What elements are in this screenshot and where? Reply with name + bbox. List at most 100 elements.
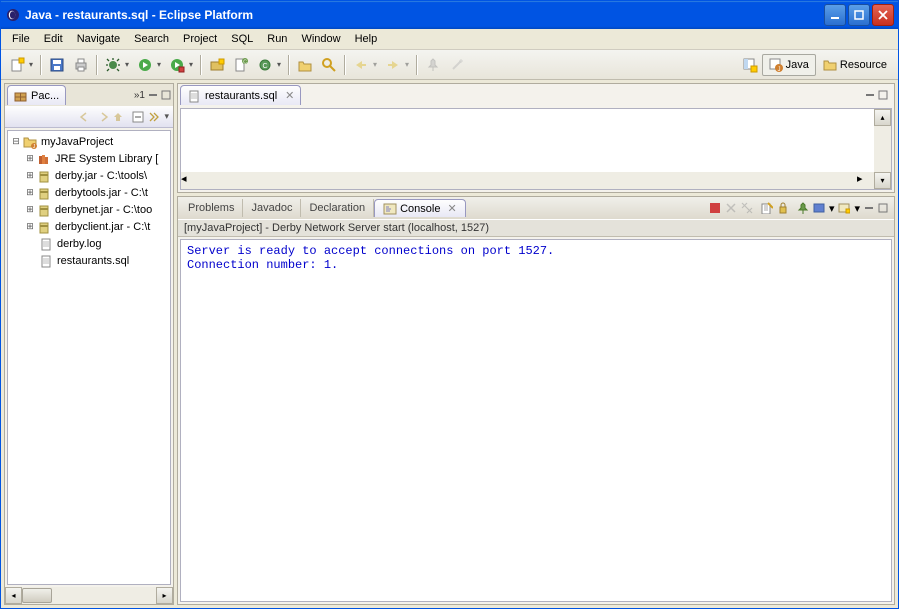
- tree-project-row[interactable]: ⊟ J myJavaProject: [10, 133, 168, 150]
- up-nav-icon[interactable]: [112, 112, 124, 122]
- pin-button[interactable]: [422, 54, 444, 76]
- run-button[interactable]: [134, 54, 156, 76]
- editor-tab[interactable]: restaurants.sql ✕: [180, 85, 301, 105]
- link-editor-icon[interactable]: [148, 111, 160, 123]
- close-tab-icon[interactable]: ✕: [285, 89, 294, 102]
- tree-item-jar[interactable]: ⊞ derbytools.jar - C:\t: [10, 184, 168, 201]
- package-explorer-toolbar: ▾: [5, 106, 173, 128]
- expand-icon[interactable]: ⊞: [24, 221, 36, 232]
- vertical-scrollbar[interactable]: ▴ ▾: [874, 109, 891, 189]
- dropdown-arrow-icon[interactable]: ▾: [125, 60, 133, 69]
- dropdown-arrow-icon[interactable]: ▾: [829, 202, 835, 215]
- scroll-left-button[interactable]: ◂: [181, 172, 198, 189]
- debug-button[interactable]: [102, 54, 124, 76]
- new-button[interactable]: [6, 54, 28, 76]
- minimize-button[interactable]: [824, 4, 846, 26]
- display-console-icon[interactable]: [813, 202, 825, 214]
- open-type-button[interactable]: C: [254, 54, 276, 76]
- project-tree[interactable]: ⊟ J myJavaProject ⊞ JRE System Library […: [7, 130, 171, 585]
- minimize-view-icon[interactable]: [148, 90, 158, 100]
- minimize-view-icon[interactable]: [864, 203, 874, 213]
- menu-search[interactable]: Search: [127, 31, 176, 47]
- history-indicator[interactable]: »1: [134, 90, 145, 101]
- forward-button[interactable]: [382, 54, 404, 76]
- expand-icon[interactable]: ⊞: [24, 170, 36, 181]
- tree-item-jre[interactable]: ⊞ JRE System Library [: [10, 150, 168, 167]
- tree-label: derbynet.jar - C:\too: [55, 204, 152, 216]
- open-folder-button[interactable]: [294, 54, 316, 76]
- dropdown-arrow-icon[interactable]: ▾: [373, 60, 381, 69]
- dropdown-arrow-icon[interactable]: ▾: [405, 60, 413, 69]
- package-explorer-tab[interactable]: Pac...: [7, 85, 66, 105]
- console-output[interactable]: Server is ready to accept connections on…: [180, 239, 892, 602]
- perspective-resource[interactable]: Resource: [816, 54, 894, 76]
- scroll-track[interactable]: [22, 587, 156, 604]
- menu-run[interactable]: Run: [260, 31, 294, 47]
- scroll-lock-icon[interactable]: [777, 202, 789, 214]
- collapse-all-icon[interactable]: [132, 111, 144, 123]
- terminate-icon[interactable]: [709, 202, 721, 214]
- svg-text:C: C: [243, 59, 247, 65]
- tab-javadoc[interactable]: Javadoc: [243, 199, 301, 217]
- perspective-java[interactable]: J Java: [762, 54, 816, 76]
- tree-item-file[interactable]: restaurants.sql: [10, 252, 168, 269]
- remove-launch-icon[interactable]: [725, 202, 737, 214]
- scroll-down-button[interactable]: ▾: [874, 172, 891, 189]
- dropdown-arrow-icon[interactable]: ▾: [189, 60, 197, 69]
- tab-declaration[interactable]: Declaration: [301, 199, 374, 217]
- back-button[interactable]: [350, 54, 372, 76]
- forward-nav-icon[interactable]: [96, 112, 108, 122]
- dropdown-arrow-icon[interactable]: ▾: [854, 202, 860, 215]
- scroll-thumb[interactable]: [22, 588, 52, 603]
- tab-problems[interactable]: Problems: [180, 199, 243, 217]
- expand-icon[interactable]: ⊞: [24, 153, 36, 164]
- maximize-button[interactable]: [848, 4, 870, 26]
- collapse-icon[interactable]: ⊟: [10, 136, 22, 147]
- menu-help[interactable]: Help: [348, 31, 385, 47]
- tree-item-jar[interactable]: ⊞ derbyclient.jar - C:\t: [10, 218, 168, 235]
- menu-edit[interactable]: Edit: [37, 31, 70, 47]
- jar-icon: [36, 168, 52, 184]
- pin-console-icon[interactable]: [797, 202, 809, 214]
- menu-window[interactable]: Window: [294, 31, 347, 47]
- scroll-left-button[interactable]: ◂: [5, 587, 22, 604]
- close-button[interactable]: [872, 4, 894, 26]
- expand-icon[interactable]: ⊞: [24, 204, 36, 215]
- scroll-up-button[interactable]: ▴: [874, 109, 891, 126]
- new-class-button[interactable]: C: [230, 54, 252, 76]
- tree-item-jar[interactable]: ⊞ derbynet.jar - C:\too: [10, 201, 168, 218]
- expand-icon[interactable]: ⊞: [24, 187, 36, 198]
- minimize-view-icon[interactable]: [865, 90, 875, 100]
- wand-button[interactable]: [446, 54, 468, 76]
- dropdown-arrow-icon[interactable]: ▾: [277, 60, 285, 69]
- horizontal-scrollbar[interactable]: ◂ ▸: [181, 172, 874, 189]
- maximize-view-icon[interactable]: [161, 90, 171, 100]
- close-tab-icon[interactable]: ✕: [447, 202, 456, 215]
- menu-navigate[interactable]: Navigate: [70, 31, 127, 47]
- maximize-view-icon[interactable]: [878, 203, 888, 213]
- maximize-view-icon[interactable]: [878, 90, 888, 100]
- menu-project[interactable]: Project: [176, 31, 224, 47]
- external-tools-button[interactable]: [166, 54, 188, 76]
- scroll-right-button[interactable]: ▸: [857, 172, 874, 189]
- save-button[interactable]: [46, 54, 68, 76]
- clear-console-icon[interactable]: [761, 202, 773, 214]
- horizontal-scrollbar[interactable]: ◂ ▸: [5, 587, 173, 604]
- dropdown-arrow-icon[interactable]: ▾: [29, 60, 37, 69]
- menu-file[interactable]: File: [5, 31, 37, 47]
- new-package-button[interactable]: [206, 54, 228, 76]
- editor-body[interactable]: ▴ ▾ ◂ ▸: [180, 108, 892, 190]
- tree-item-jar[interactable]: ⊞ derby.jar - C:\tools\: [10, 167, 168, 184]
- menu-sql[interactable]: SQL: [224, 31, 260, 47]
- view-menu-icon[interactable]: ▾: [164, 111, 169, 122]
- tree-item-file[interactable]: derby.log: [10, 235, 168, 252]
- scroll-right-button[interactable]: ▸: [156, 587, 173, 604]
- search-button[interactable]: [318, 54, 340, 76]
- back-nav-icon[interactable]: [80, 112, 92, 122]
- open-console-icon[interactable]: [838, 202, 850, 214]
- open-perspective-button[interactable]: [739, 54, 761, 76]
- print-button[interactable]: [70, 54, 92, 76]
- remove-all-icon[interactable]: [741, 202, 753, 214]
- dropdown-arrow-icon[interactable]: ▾: [157, 60, 165, 69]
- tab-console[interactable]: Console ✕: [374, 199, 466, 217]
